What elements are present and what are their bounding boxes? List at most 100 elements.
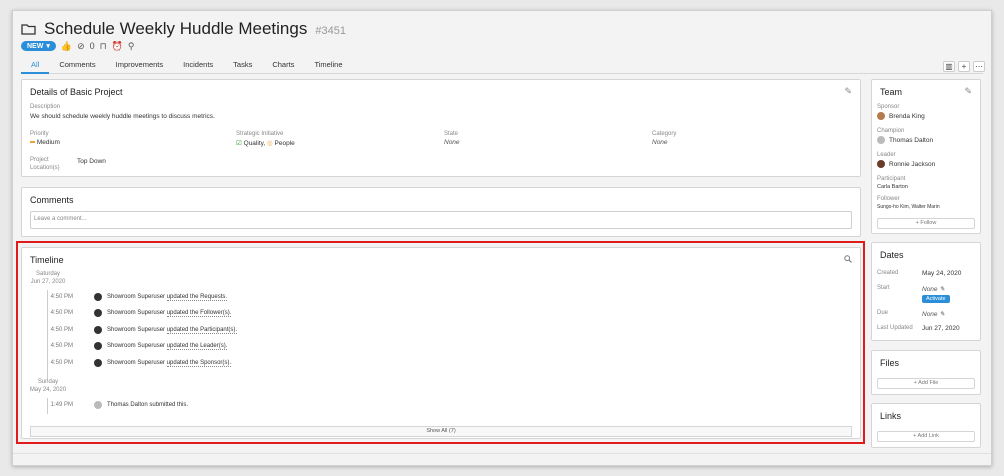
- tab-incidents[interactable]: Incidents: [173, 58, 223, 74]
- leader-person[interactable]: Ronnie Jackson: [877, 160, 935, 168]
- app-window: Schedule Weekly Huddle Meetings #3451 NE…: [12, 10, 992, 466]
- avatar: [877, 160, 885, 168]
- add-link-label: Add Link: [917, 433, 939, 439]
- files-panel: Files + Add File: [871, 350, 981, 395]
- activate-button[interactable]: Activate: [922, 295, 950, 303]
- strategic-label: Strategic Initiative: [236, 131, 284, 137]
- state-label: State: [444, 131, 459, 137]
- plus-icon: +: [913, 433, 917, 439]
- thumbs-up-icon[interactable]: 👍: [61, 41, 72, 51]
- follower-value: Sungo-ho Kim, Walter Marin: [877, 204, 940, 210]
- location-value: Top Down: [77, 158, 106, 165]
- status-dropdown[interactable]: NEW ▾: [21, 41, 56, 51]
- description-value: We should schedule weekly huddle meeting…: [30, 113, 215, 120]
- tab-tasks[interactable]: Tasks: [223, 58, 262, 74]
- priority-value: Medium: [30, 139, 60, 146]
- tab-bar: All Comments Improvements Incidents Task…: [21, 58, 983, 74]
- add-link-button[interactable]: + Add Link: [877, 431, 975, 442]
- category-label: Category: [652, 131, 677, 137]
- category-value: None: [652, 139, 668, 146]
- champion-name: Thomas Dalton: [889, 136, 934, 144]
- created-value: May 24, 2020: [922, 270, 962, 277]
- pencil-icon[interactable]: ✎: [964, 86, 972, 97]
- follow-button[interactable]: + Follow: [877, 218, 975, 229]
- participant-label: Participant: [877, 176, 906, 182]
- details-panel: Details of Basic Project ✎ Description W…: [21, 79, 861, 177]
- zoom-icon[interactable]: ⚲: [128, 41, 135, 51]
- champion-person[interactable]: Thomas Dalton: [877, 136, 933, 144]
- approval-icon[interactable]: ⊘: [77, 41, 85, 51]
- chevron-down-icon: ▾: [46, 43, 50, 50]
- selection-highlight: [16, 241, 865, 444]
- follower-label: Follower: [877, 196, 900, 202]
- people-icon: ◎: [267, 140, 273, 147]
- pencil-icon[interactable]: ✎: [844, 86, 852, 97]
- bottom-bar: [13, 453, 991, 465]
- state-value: None: [444, 139, 460, 146]
- title-row: Schedule Weekly Huddle Meetings #3451: [21, 19, 346, 39]
- strategic-value: ☑ Quality, ◎ People: [236, 139, 295, 147]
- created-label: Created: [877, 270, 899, 276]
- priority-bar-icon: [30, 141, 35, 144]
- more-icon[interactable]: ⋯: [973, 61, 985, 72]
- dates-title: Dates: [880, 250, 904, 260]
- pencil-icon: ✎: [939, 311, 945, 318]
- tab-comments[interactable]: Comments: [49, 58, 105, 74]
- page-number: #3451: [315, 25, 346, 37]
- description-label: Description: [30, 104, 61, 110]
- sponsor-label: Sponsor: [877, 104, 900, 110]
- add-file-button[interactable]: + Add File: [877, 378, 975, 389]
- champion-label: Champion: [877, 128, 905, 134]
- tab-timeline[interactable]: Timeline: [304, 58, 352, 74]
- toolbar-right: ▥ + ⋯: [943, 61, 985, 72]
- team-panel: Team ✎ Sponsor Brenda King Champion Thom…: [871, 79, 981, 234]
- sponsor-name: Brenda King: [889, 112, 925, 120]
- plus-icon: +: [913, 380, 917, 386]
- folder-icon: [21, 24, 36, 35]
- bookmark-icon[interactable]: ⊓: [100, 41, 107, 51]
- add-file-label: Add File: [918, 380, 939, 386]
- updated-value: Jun 27, 2020: [922, 325, 960, 332]
- start-value[interactable]: None ✎: [922, 285, 945, 293]
- due-label: Due: [877, 310, 889, 316]
- due-value[interactable]: None ✎: [922, 310, 945, 318]
- chart-icon[interactable]: ▥: [943, 61, 955, 72]
- plus-icon: +: [915, 220, 919, 226]
- start-label: Start: [877, 285, 890, 291]
- links-panel: Links + Add Link: [871, 403, 981, 448]
- avatar: [877, 136, 885, 144]
- tab-improvements[interactable]: Improvements: [106, 58, 174, 74]
- status-label: NEW: [27, 42, 44, 50]
- details-title: Details of Basic Project: [30, 87, 123, 97]
- due-text: None: [922, 311, 938, 318]
- dates-panel: Dates Created May 24, 2020 Start None ✎ …: [871, 242, 981, 341]
- comments-title: Comments: [30, 195, 74, 205]
- quality-icon: ☑: [236, 140, 242, 147]
- updated-label: Last Updated: [877, 325, 913, 331]
- links-title: Links: [880, 411, 902, 421]
- strategic-people: People: [274, 140, 295, 147]
- avatar: [877, 112, 885, 120]
- alarm-icon[interactable]: ⏰: [112, 41, 123, 51]
- leader-name: Ronnie Jackson: [889, 160, 936, 168]
- leader-label: Leader: [877, 152, 896, 158]
- team-title: Team: [880, 87, 903, 97]
- priority-text: Medium: [36, 139, 60, 146]
- sponsor-person[interactable]: Brenda King: [877, 112, 925, 120]
- comment-input[interactable]: Leave a comment...: [30, 211, 852, 229]
- start-text: None: [922, 286, 938, 293]
- add-icon[interactable]: +: [958, 61, 970, 72]
- priority-label: Priority: [30, 131, 49, 137]
- files-title: Files: [880, 358, 900, 368]
- page-title: Schedule Weekly Huddle Meetings: [44, 19, 308, 38]
- follow-label: Follow: [920, 220, 937, 226]
- tab-all[interactable]: All: [21, 58, 50, 74]
- location-label: Project Location(s): [30, 157, 60, 171]
- action-row: NEW ▾ 👍 ⊘ 0 ⊓ ⏰ ⚲: [21, 41, 134, 51]
- approvals-count: 0: [89, 41, 95, 51]
- participant-value: Carla Barton: [877, 184, 908, 190]
- strategic-quality: Quality,: [243, 140, 266, 147]
- pencil-icon: ✎: [939, 286, 945, 293]
- tab-charts[interactable]: Charts: [262, 58, 304, 74]
- comments-panel: Comments Leave a comment...: [21, 187, 861, 237]
